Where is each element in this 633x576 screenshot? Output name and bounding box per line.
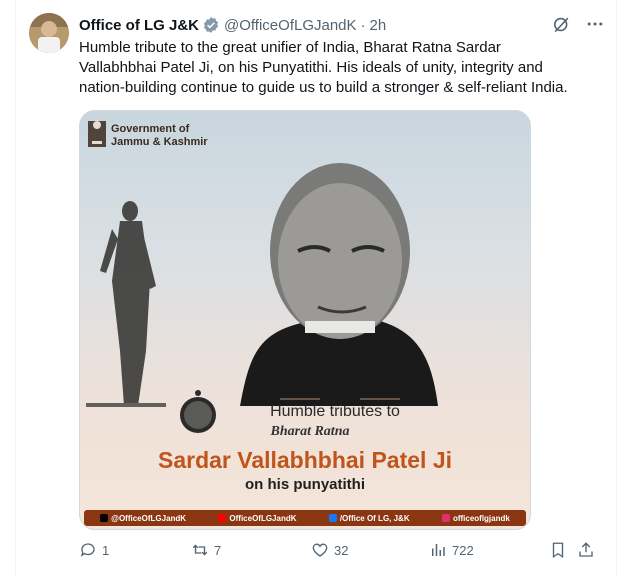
heart-icon: [312, 543, 328, 557]
tribute-heading: Humble tributes to: [270, 403, 400, 420]
share-icon: [579, 542, 593, 557]
repost-icon: [192, 544, 208, 556]
share-button[interactable]: [577, 541, 595, 559]
views-button[interactable]: 722: [429, 541, 474, 559]
tribute-name: Sardar Vallabhbhai Patel Ji: [157, 447, 452, 473]
verified-badge-icon[interactable]: [202, 16, 220, 34]
social-item-facebook: /Office Of LG, J&K: [328, 513, 410, 523]
bookmark-icon: [552, 542, 564, 559]
social-label: @OfficeOfLGJandK: [111, 513, 187, 523]
author-avatar[interactable]: [29, 13, 69, 53]
separator-dot: ·: [360, 16, 366, 34]
tweet-text-line: Humble tribute to the great unifier of I…: [79, 39, 501, 56]
author-name[interactable]: Office of LG J&K: [79, 17, 199, 34]
like-button[interactable]: 32: [311, 541, 348, 559]
government-line: Jammu & Kashmir: [111, 136, 208, 148]
statue-of-unity-image: [86, 201, 166, 407]
youtube-icon: [218, 514, 227, 522]
social-label: OfficeOfLGJandK: [229, 513, 297, 523]
tweet-header: Office of LG J&K @OfficeOfLGJandK · 2h: [79, 14, 386, 36]
grok-icon[interactable]: [552, 15, 571, 34]
repost-button[interactable]: 7: [191, 541, 221, 559]
social-item-instagram: officeoflgjandk: [441, 513, 510, 523]
x-icon: [100, 514, 109, 522]
social-label: officeoflgjandk: [452, 513, 510, 523]
views-icon: [432, 544, 445, 556]
bookmark-button[interactable]: [549, 541, 567, 559]
tweet-actions: 1 7 32 722: [79, 541, 609, 561]
tweet-timestamp[interactable]: 2h: [370, 17, 387, 34]
tweet-text-line: Vallabhbhai Patel Ji, on his Punyatithi.…: [79, 59, 543, 76]
reply-count: 1: [102, 542, 110, 558]
tribute-subtitle: on his punyatithi: [245, 476, 365, 493]
emblem-icon: [88, 121, 106, 147]
tweet-image[interactable]: Government of Jammu & Kashmir Humble tri…: [79, 110, 531, 530]
government-label: Government of Jammu & Kashmir: [111, 123, 208, 149]
reply-button[interactable]: 1: [79, 541, 109, 559]
social-item-x: @OfficeOfLGJandK: [100, 514, 186, 523]
instagram-icon: [441, 514, 450, 522]
more-options-icon[interactable]: [585, 14, 605, 34]
reply-icon: [80, 543, 95, 557]
portrait-image: [240, 163, 438, 406]
social-label: /Office Of LG, J&K: [339, 513, 410, 523]
facebook-icon: [328, 514, 337, 522]
views-count: 722: [452, 542, 474, 558]
social-handles-bar: @OfficeOfLGJandK OfficeOfLGJandK /Office…: [84, 510, 526, 526]
tribute-title: Bharat Ratna: [270, 424, 350, 439]
like-count: 32: [334, 542, 349, 558]
tweet-text: Humble tribute to the great unifier of I…: [79, 38, 609, 98]
author-handle[interactable]: @OfficeOfLGJandK: [224, 17, 357, 34]
government-line: Government of: [111, 123, 190, 135]
repost-count: 7: [214, 542, 222, 558]
social-item-youtube: OfficeOfLGJandK: [218, 513, 297, 523]
tweet-text-line: nation-building continue to guide us to …: [79, 79, 568, 96]
